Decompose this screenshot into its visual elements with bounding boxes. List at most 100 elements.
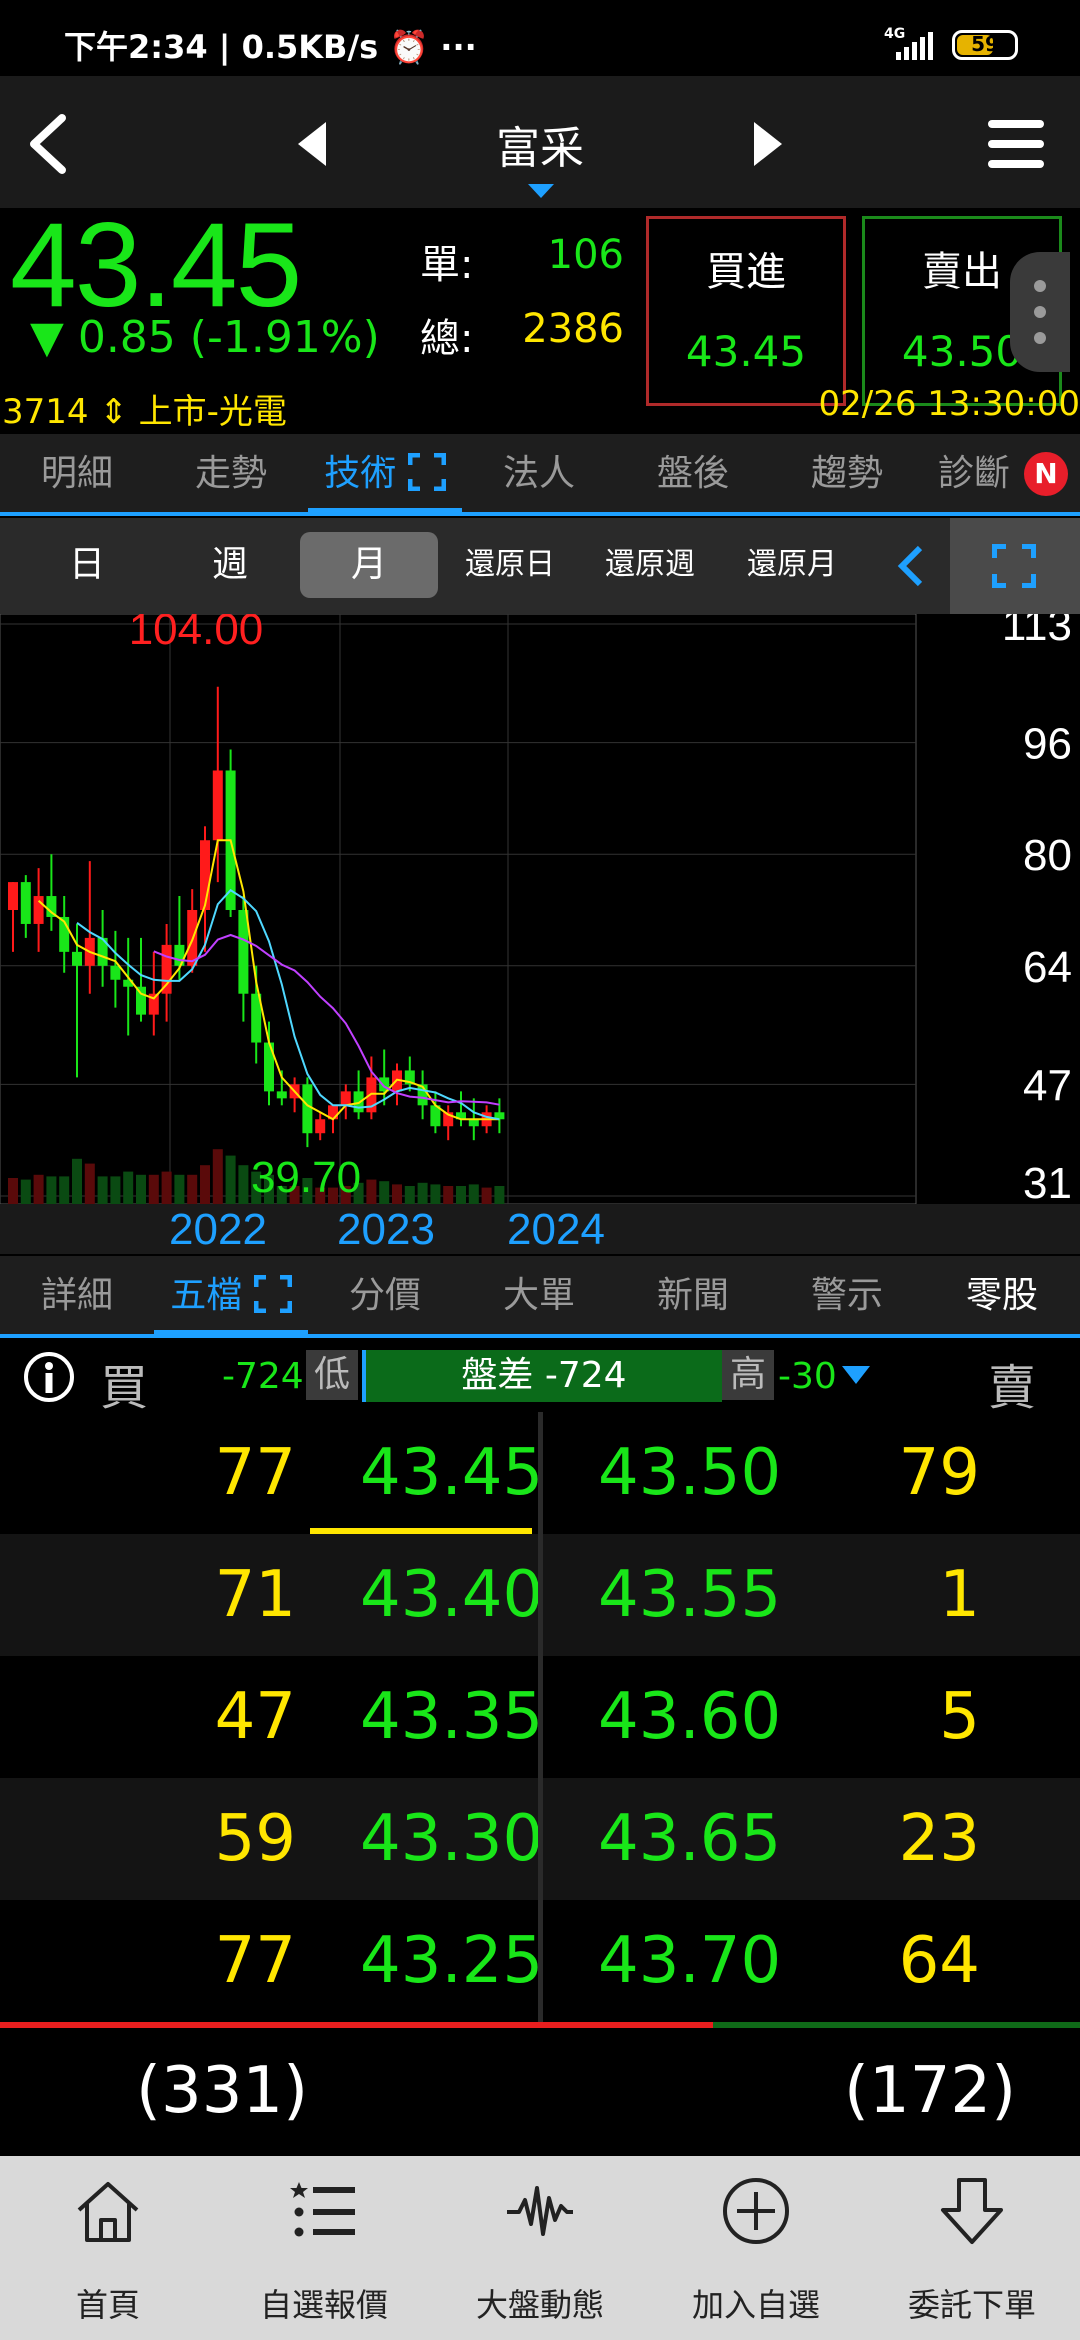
tab-label: 法人 [502,453,575,494]
tab-detail[interactable]: 明細 [0,434,154,514]
status-time: 下午2:34 | 0.5KB/s ⏰ ··· [64,28,477,66]
ask-qty: 64 [898,1924,980,1998]
volume-bar [187,1174,198,1204]
more-options-handle[interactable] [1010,252,1070,372]
stock-title[interactable]: 富采 [0,112,1080,176]
total-volume-label: 總: [420,316,474,362]
battery-icon: 59 [952,30,1018,60]
fullscreen-button[interactable] [950,518,1080,614]
tab-news[interactable]: 新聞 [616,1256,770,1336]
detail-tabs: 明細 走勢 技術 法人 盤後 趨勢 診斷 N [0,434,1080,514]
period-day[interactable]: 日 [14,532,160,598]
candle-body [340,1091,351,1106]
tab-details[interactable]: 詳細 [0,1256,154,1336]
volume-bar [174,1174,185,1204]
high-label: 高 [722,1350,774,1400]
ask-qty: 23 [898,1802,980,1876]
buy-button[interactable]: 買進 43.45 [646,216,846,406]
orderbook-header: 買 -724 低 盤差 -724 高 -30 賣 [0,1338,1080,1416]
menu-icon[interactable] [986,116,1046,172]
updown-icon: ⇕ [99,392,128,432]
candle-body [72,951,82,966]
single-volume-label: 單: [420,242,474,288]
candle-body [8,882,18,910]
battery-level: 59 [971,32,999,56]
candle-body [302,1084,313,1134]
sell-side-label: 賣 [988,1360,1037,1416]
volume-bar [148,1174,159,1204]
candlestick-chart[interactable]: 113 96 80 64 47 31 2022 2023 2024 104.00 39.70 [0,614,1080,1254]
volume-bar [110,1176,121,1204]
period-adj-week[interactable]: 還原週 [580,532,720,598]
bid-qty: 77 [214,1436,296,1510]
diff-left-value: -724 [222,1356,304,1397]
period-month[interactable]: 月 [300,532,438,598]
y-tick-label: 47 [1023,1061,1072,1110]
period-week[interactable]: 週 [160,532,300,598]
scroll-left-icon[interactable] [896,544,926,588]
tab-institutional[interactable]: 法人 [462,434,616,514]
next-stock-icon[interactable] [750,120,784,168]
list-icon [290,2182,355,2237]
period-adj-day[interactable]: 還原日 [440,532,580,598]
tab-trend[interactable]: 走勢 [154,434,308,514]
nav-place-order[interactable]: 委託下單 [864,2156,1080,2340]
stock-code: 3714 [2,392,89,432]
info-icon[interactable] [22,1350,76,1404]
volume-bar [238,1165,249,1204]
tab-five-levels[interactable]: 五檔 [154,1256,308,1336]
spread-bar: 盤差 -724 [362,1350,722,1402]
volume-bar [8,1178,18,1204]
tab-label: 大單 [502,1275,575,1316]
change-value: ▼ 0.85 [30,312,176,363]
tab-technical[interactable]: 技術 [308,434,462,514]
volume-bar [417,1182,428,1204]
nav-watchlist[interactable]: 自選報價 [216,2156,432,2340]
quote-datetime: 02/26 13:30:00 [818,384,1080,424]
nav-add-watchlist[interactable]: 加入自選 [648,2156,864,2340]
dropdown-icon[interactable] [842,1366,870,1386]
orderbook-tabs: 詳細 五檔 分價 大單 新聞 警示 零股 [0,1256,1080,1336]
x-tick-label: 2022 [169,1205,267,1254]
spread-text: 盤差 -724 [461,1355,627,1396]
volume-bar [20,1179,31,1204]
period-label: 還原日 [465,547,555,582]
ask-qty: 1 [939,1558,980,1632]
period-label: 日 [68,544,105,585]
bid-price: 43.35 [360,1680,544,1754]
tab-label: 走勢 [194,453,267,494]
volume-bar [200,1165,210,1204]
app-header: 富采 [0,76,1080,208]
candle-body [315,1119,326,1134]
tab-tendency[interactable]: 趨勢 [770,434,924,514]
volume-bar [481,1187,492,1204]
nav-home[interactable]: 首頁 [0,2156,216,2340]
period-label: 還原月 [747,547,837,582]
volume-bar [212,1149,223,1204]
volume-bar [123,1171,134,1204]
tab-price-distribution[interactable]: 分價 [308,1256,462,1336]
ask-price: 43.55 [598,1558,782,1632]
tab-after-hours[interactable]: 盤後 [616,434,770,514]
tab-odd-lot[interactable]: 零股 [924,1256,1080,1336]
bid-qty: 59 [214,1802,296,1876]
volume-bar [404,1186,415,1204]
tab-alerts[interactable]: 警示 [770,1256,924,1336]
x-tick-label: 2023 [337,1205,435,1254]
period-adj-month[interactable]: 還原月 [722,532,862,598]
y-tick-label: 113 [1002,614,1072,650]
tab-large-orders[interactable]: 大單 [462,1256,616,1336]
dropdown-indicator-icon[interactable] [528,184,554,200]
volume-bar [392,1184,402,1204]
volume-bar [72,1158,82,1204]
nav-label: 首頁 [75,2286,140,2324]
volume-bar [97,1176,108,1204]
buy-label: 買進 [706,249,786,295]
single-volume-value: 106 [547,232,624,278]
tab-diagnosis[interactable]: 診斷 N [924,434,1080,514]
bottom-navigation: 首頁 自選報價 大盤動態 加入自選 委託下單 [0,2156,1080,2340]
nav-market[interactable]: 大盤動態 [432,2156,648,2340]
new-badge: N [1024,452,1068,496]
bid-qty: 71 [214,1558,296,1632]
home-icon [77,2182,139,2242]
